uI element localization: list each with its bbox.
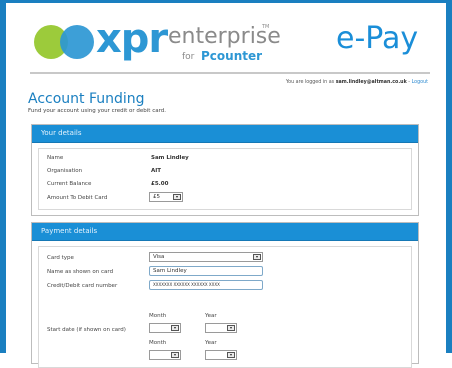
logo-pcounter-text: Pcounter: [201, 49, 263, 63]
xpr-enterprise-logo: xpr enterprise TM for Pcounter: [30, 12, 281, 72]
window-frame-right: [446, 0, 452, 353]
expiry-month-label: Month: [149, 340, 167, 346]
expiry-year-label: Year: [205, 340, 217, 346]
current-balance-value: £5.00: [151, 181, 169, 187]
current-balance-label: Current Balance: [47, 181, 92, 187]
logo-xpr-text: xpr: [96, 16, 168, 62]
name-label: Name: [47, 155, 64, 161]
window-frame-top: [0, 0, 452, 3]
login-status: You are logged in as sam.lindley@altman.…: [200, 80, 428, 85]
expiry-year-select[interactable]: [205, 350, 237, 360]
amount-select-value: £5: [153, 194, 160, 200]
logo-for-text: for: [182, 52, 195, 62]
app-title: e-Pay: [336, 21, 419, 56]
amount-to-debit-label: Amount To Debit Card: [47, 195, 108, 201]
organisation-value: AIT: [151, 168, 162, 174]
logged-in-user: sam.lindley@altman.co.uk: [335, 80, 407, 85]
payment-details-heading: Payment details: [32, 223, 418, 241]
your-details-heading: Your details: [32, 125, 418, 143]
name-value: Sam Lindley: [151, 155, 189, 161]
expiry-month-select[interactable]: [149, 350, 181, 360]
card-number-label: Credit/Debit card number: [47, 283, 118, 289]
page-subtitle: Fund your account using your credit or d…: [28, 108, 167, 114]
logo-trademark: TM: [262, 24, 270, 30]
chevron-down-icon[interactable]: [253, 254, 261, 260]
payment-details-panel: Payment details Card type Visa Name as s…: [31, 222, 419, 368]
window-frame-left: [0, 0, 6, 353]
name-on-card-input[interactable]: Sam Lindley: [149, 266, 263, 276]
organisation-label: Organisation: [47, 168, 83, 174]
payment-details-body: Card type Visa Name as shown on card Sam…: [38, 246, 412, 368]
card-type-label: Card type: [47, 255, 74, 261]
card-type-select[interactable]: Visa: [149, 252, 263, 262]
login-prefix: You are logged in as: [285, 80, 335, 85]
chevron-down-icon[interactable]: [171, 325, 179, 331]
card-type-value: Visa: [153, 254, 165, 260]
amount-select[interactable]: £5: [149, 192, 183, 202]
chevron-down-icon[interactable]: [227, 325, 235, 331]
name-on-card-label: Name as shown on card: [47, 269, 114, 275]
chevron-down-icon[interactable]: [173, 194, 181, 200]
logo-blue-circle: [60, 25, 94, 59]
your-details-body: Name Sam Lindley Organisation AIT Curren…: [38, 148, 412, 210]
start-month-select[interactable]: [149, 323, 181, 333]
page-title: Account Funding: [28, 91, 145, 107]
start-date-label: Start date (if shown on card): [47, 327, 126, 333]
card-number-input[interactable]: XXXXXXX XXXXXX XXXXXX XXXX: [149, 280, 263, 290]
your-details-panel: Your details Name Sam Lindley Organisati…: [31, 124, 419, 216]
start-month-label: Month: [149, 313, 167, 319]
start-year-select[interactable]: [205, 323, 237, 333]
header-banner: xpr enterprise TM for Pcounter e-Pay: [30, 10, 430, 74]
logout-link[interactable]: Logout: [412, 80, 428, 85]
start-year-label: Year: [205, 313, 217, 319]
